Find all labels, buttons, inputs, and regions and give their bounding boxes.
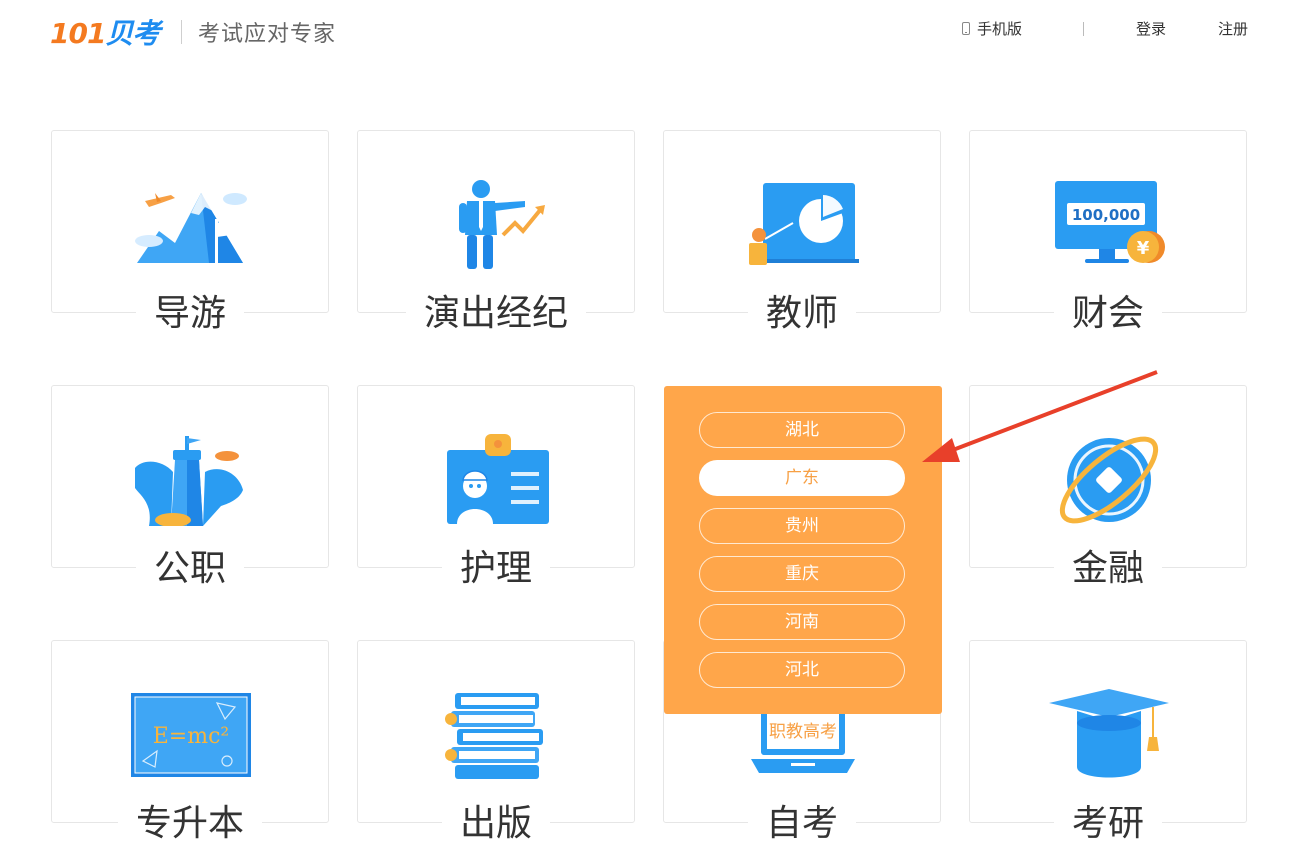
category-card-nursing[interactable]: 护理 <box>357 385 635 597</box>
accounting-monitor-icon: 100,000 ¥ <box>1055 181 1165 263</box>
logo-text: 贝考 <box>105 17 160 50</box>
book-stack-icon <box>445 693 543 779</box>
mobile-version-link[interactable]: 手机版 <box>962 18 1022 39</box>
logo-divider <box>181 20 182 44</box>
nurse-badge-icon <box>447 434 549 524</box>
civil-service-tower-icon <box>135 436 243 526</box>
graduation-cap-icon <box>1049 689 1169 778</box>
phone-icon <box>962 22 970 35</box>
nav-divider <box>1083 22 1084 36</box>
logo-number: 101 <box>50 17 106 50</box>
login-link[interactable]: 登录 <box>1136 18 1166 39</box>
category-label: 导游 <box>135 286 244 342</box>
region-option-hubei[interactable]: 湖北 <box>699 412 905 448</box>
region-dropdown: 湖北 广东 贵州 重庆 河南 河北 <box>664 386 942 714</box>
site-slogan: 考试应对专家 <box>198 22 337 47</box>
finance-globe-icon <box>1059 436 1159 524</box>
region-option-hebei[interactable]: 河北 <box>699 652 905 688</box>
category-label: 护理 <box>441 541 550 597</box>
tour-guide-mountain-icon <box>135 193 247 263</box>
register-link[interactable]: 注册 <box>1218 18 1248 39</box>
teacher-presentation-icon <box>749 183 859 265</box>
category-card-accounting[interactable]: 100,000 ¥ 财会 <box>969 130 1247 342</box>
category-label: 财会 <box>1053 286 1162 342</box>
category-card-finance[interactable]: 金融 <box>969 385 1247 597</box>
category-label: 教师 <box>747 286 856 342</box>
mobile-version-label: 手机版 <box>977 20 1023 38</box>
category-card-tour-guide[interactable]: 导游 <box>51 130 329 342</box>
formula-text: E=mc² <box>153 724 230 749</box>
category-label: 考研 <box>1053 796 1162 852</box>
category-label: 出版 <box>441 796 550 852</box>
laptop-caption: 职教高考 <box>769 722 837 742</box>
category-label: 公职 <box>135 541 244 597</box>
category-card-upgrade[interactable]: E=mc² 专升本 <box>51 640 329 852</box>
region-option-chongqing[interactable]: 重庆 <box>699 556 905 592</box>
category-label: 专升本 <box>117 796 262 852</box>
category-card-performance-agent[interactable]: 演出经纪 <box>357 130 635 342</box>
category-card-postgraduate[interactable]: 考研 <box>969 640 1247 852</box>
performance-agent-icon <box>459 180 545 269</box>
yen-symbol: ¥ <box>1137 238 1150 259</box>
blackboard-formula-icon: E=mc² <box>131 693 251 777</box>
category-card-civil-service[interactable]: 公职 <box>51 385 329 597</box>
category-label: 自考 <box>747 796 856 852</box>
site-header: 101贝考 考试应对专家 手机版 登录 注册 <box>0 0 1315 64</box>
region-option-guangdong[interactable]: 广东 <box>699 460 905 496</box>
monitor-amount-text: 100,000 <box>1072 206 1140 224</box>
category-card-teacher[interactable]: 教师 <box>663 130 941 342</box>
site-logo[interactable]: 101贝考 <box>50 12 160 52</box>
region-option-guizhou[interactable]: 贵州 <box>699 508 905 544</box>
category-label: 金融 <box>1053 541 1162 597</box>
category-card-publishing[interactable]: 出版 <box>357 640 635 852</box>
region-option-henan[interactable]: 河南 <box>699 604 905 640</box>
category-label: 演出经纪 <box>405 286 586 342</box>
